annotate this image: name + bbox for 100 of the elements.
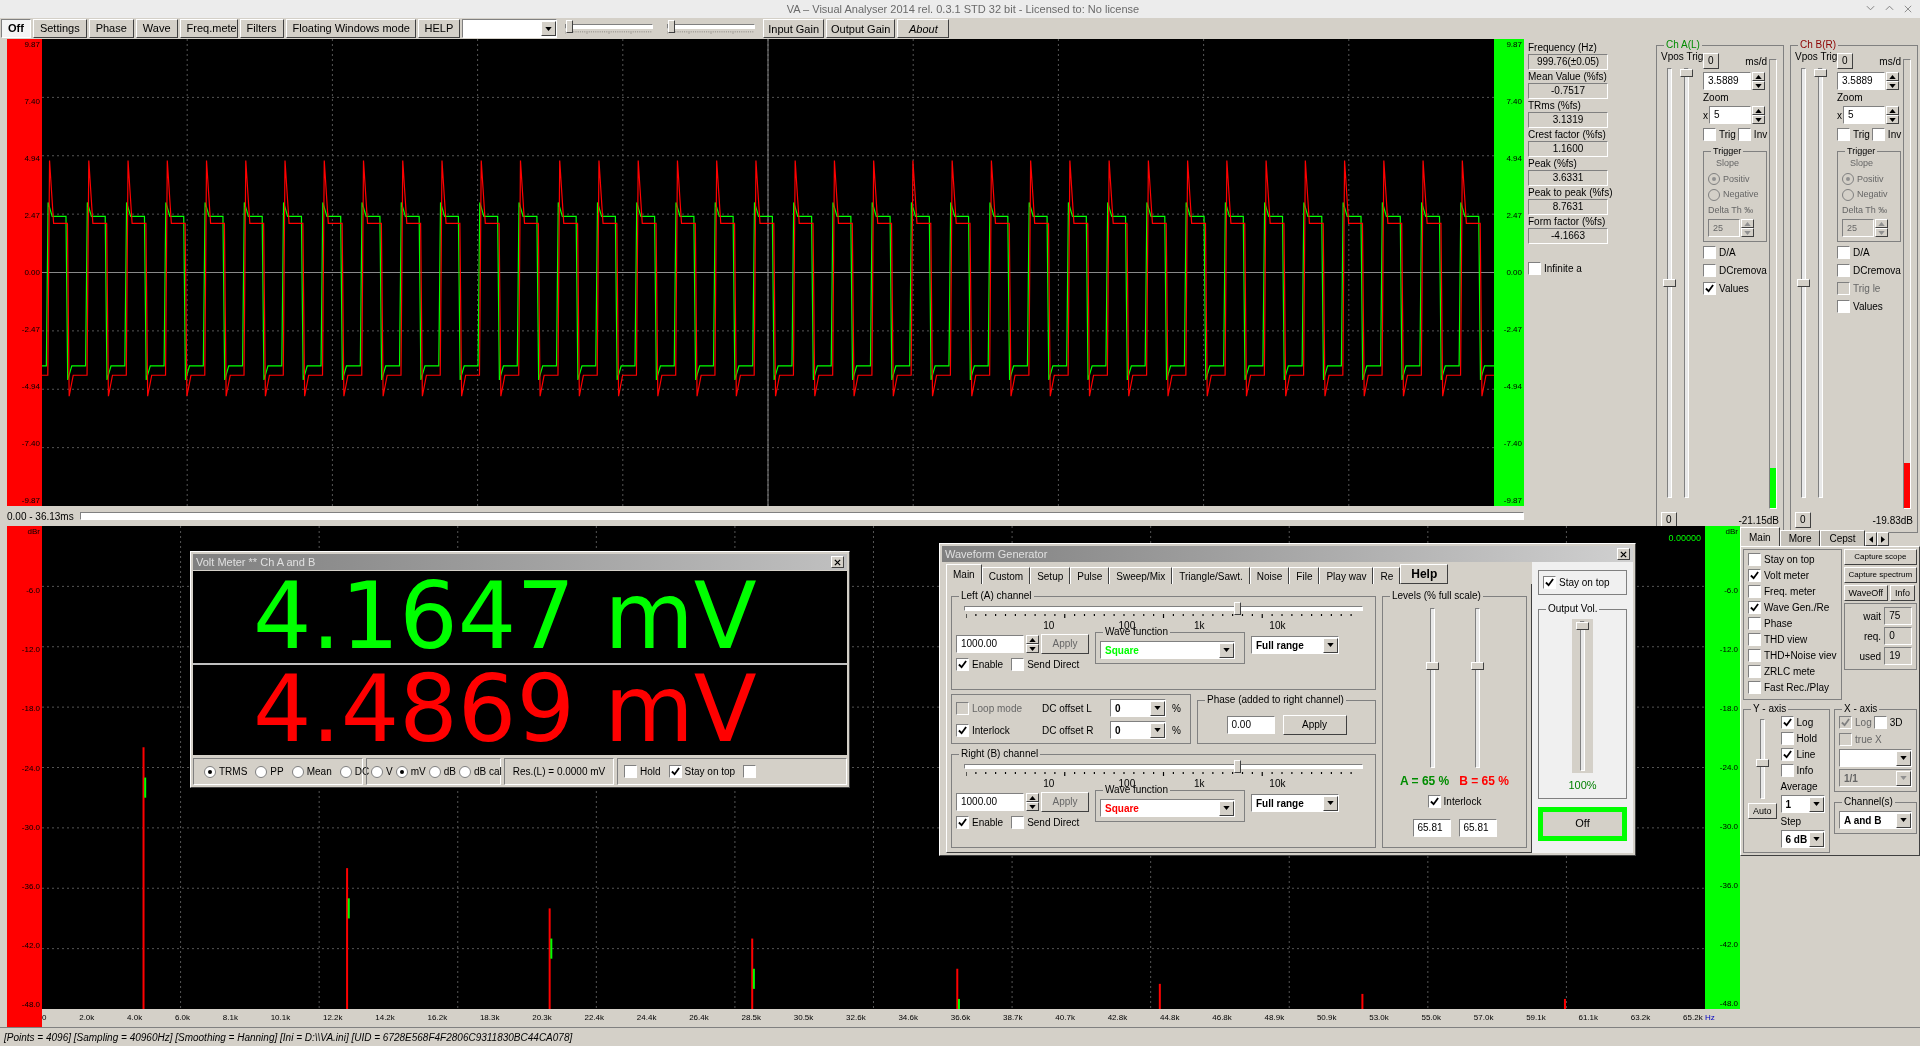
checkbox[interactable] [1748, 681, 1761, 694]
toolbar-button[interactable]: Freq.mete [179, 19, 238, 38]
slider-thumb[interactable] [1234, 602, 1242, 615]
checkbox[interactable] [1748, 633, 1761, 646]
close-button[interactable] [831, 556, 844, 568]
spin-up-button[interactable] [1886, 106, 1899, 115]
tab[interactable]: Main [1740, 527, 1780, 546]
checkbox[interactable] [1543, 576, 1556, 589]
input-field[interactable]: 65.81 [1458, 819, 1497, 837]
help-button[interactable]: Help [1400, 564, 1449, 584]
tab[interactable]: File [1289, 567, 1320, 584]
checkbox[interactable] [1837, 246, 1850, 259]
toolbar-button[interactable]: Floating Windows mode [285, 19, 416, 38]
spin-up-button[interactable] [1886, 72, 1899, 81]
slider-thumb[interactable] [1234, 760, 1242, 773]
spin-up-button[interactable] [1741, 219, 1754, 228]
tab[interactable]: Cepst [1820, 530, 1865, 546]
input-field[interactable]: 3.5889 [1837, 72, 1885, 90]
apply-button[interactable]: Apply [1282, 714, 1347, 735]
checkbox[interactable] [1737, 128, 1751, 141]
close-button[interactable] [1617, 548, 1630, 560]
dropdown[interactable]: 1 [1780, 795, 1825, 813]
dropdown[interactable] [462, 19, 558, 38]
tab[interactable]: Sweep/Mix [1109, 567, 1173, 584]
checkbox[interactable] [1837, 264, 1850, 277]
scrollbar[interactable] [79, 512, 1524, 520]
checkbox[interactable] [1837, 300, 1850, 313]
scroll-left-button[interactable] [1864, 532, 1877, 546]
input-field[interactable]: 5 [1709, 106, 1751, 124]
radio-button[interactable] [255, 765, 268, 778]
panel-button[interactable]: Info [1890, 585, 1916, 601]
checkbox[interactable] [956, 658, 969, 671]
checkbox[interactable] [1871, 128, 1885, 141]
spin-down-button[interactable] [1741, 228, 1754, 237]
spin-down-button[interactable] [1875, 228, 1888, 237]
dropdown[interactable]: 6 dB [1780, 830, 1825, 848]
slider-thumb[interactable] [668, 19, 676, 33]
panel-button[interactable]: WaveOff [1843, 585, 1889, 601]
spin-down-button[interactable] [1752, 81, 1765, 90]
input-field[interactable]: 1000.00 [956, 635, 1024, 653]
checkbox[interactable] [624, 765, 637, 778]
tab[interactable]: Noise [1249, 567, 1290, 584]
checkbox[interactable] [956, 723, 969, 737]
slider-thumb[interactable] [1680, 69, 1693, 77]
radio-button[interactable] [395, 765, 408, 778]
capture-button[interactable]: Capture spectrum [1843, 567, 1918, 583]
checkbox[interactable] [1748, 649, 1761, 662]
input-field[interactable]: 19 [1884, 647, 1913, 665]
checkbox[interactable] [1427, 795, 1441, 808]
checkbox[interactable] [1748, 617, 1761, 630]
toolbar-button[interactable]: Settings [32, 19, 87, 38]
slider-thumb[interactable] [1797, 279, 1810, 287]
tab[interactable]: Re [1373, 567, 1401, 584]
reset-button[interactable]: 0 [1703, 53, 1719, 69]
checkbox[interactable] [1780, 764, 1794, 777]
checkbox[interactable] [1837, 128, 1850, 141]
tab[interactable]: Pulse [1070, 567, 1110, 584]
tab[interactable]: Triangle/Sawt. [1172, 567, 1250, 584]
spin-down-button[interactable] [1026, 644, 1039, 653]
input-field[interactable]: 0 [1884, 627, 1913, 645]
checkbox[interactable] [1873, 716, 1887, 729]
checkbox[interactable] [1748, 585, 1761, 598]
capture-button[interactable]: Capture scope [1843, 549, 1918, 565]
checkbox[interactable] [1703, 246, 1716, 259]
input-field[interactable]: 1000.00 [956, 793, 1024, 811]
spin-up-button[interactable] [1026, 793, 1039, 802]
reset-button[interactable]: 0 [1795, 512, 1811, 528]
spin-down-button[interactable] [1026, 802, 1039, 811]
input-field[interactable]: 25 [1708, 219, 1740, 237]
radio-button[interactable] [371, 765, 383, 778]
radio-button[interactable] [458, 765, 471, 778]
toolbar-button[interactable]: Filters [239, 19, 284, 38]
tab[interactable]: Custom [981, 567, 1031, 584]
about-button[interactable]: About [897, 19, 950, 38]
checkbox[interactable] [1528, 262, 1541, 275]
checkbox[interactable] [1748, 569, 1761, 582]
slider-thumb[interactable] [1425, 661, 1439, 670]
dropdown[interactable]: 1/1 [1839, 769, 1912, 787]
spin-down-button[interactable] [1752, 115, 1765, 124]
checkbox[interactable] [1703, 282, 1716, 295]
checkbox[interactable] [668, 765, 682, 778]
scroll-right-button[interactable] [1876, 532, 1889, 546]
slider-thumb[interactable] [1470, 661, 1484, 670]
dropdown[interactable]: Full range [1251, 794, 1339, 812]
gain-button[interactable]: Input Gain [763, 19, 825, 38]
radio-button[interactable] [1708, 173, 1720, 186]
radio-button[interactable] [428, 765, 441, 778]
minimize-icon[interactable] [1866, 5, 1875, 11]
tab[interactable]: More [1779, 530, 1821, 546]
reset-button[interactable]: 0 [1837, 53, 1853, 69]
input-field[interactable]: 3.5889 [1703, 72, 1751, 90]
slider-thumb[interactable] [566, 19, 574, 33]
checkbox[interactable] [1748, 665, 1761, 678]
checkbox[interactable] [1703, 128, 1716, 141]
checkbox[interactable] [1780, 716, 1794, 729]
tab[interactable]: Main [946, 564, 982, 584]
dropdown[interactable]: 0 [1110, 699, 1166, 717]
spin-up-button[interactable] [1026, 635, 1039, 644]
close-icon[interactable] [1904, 5, 1912, 13]
spin-up-button[interactable] [1875, 219, 1888, 228]
